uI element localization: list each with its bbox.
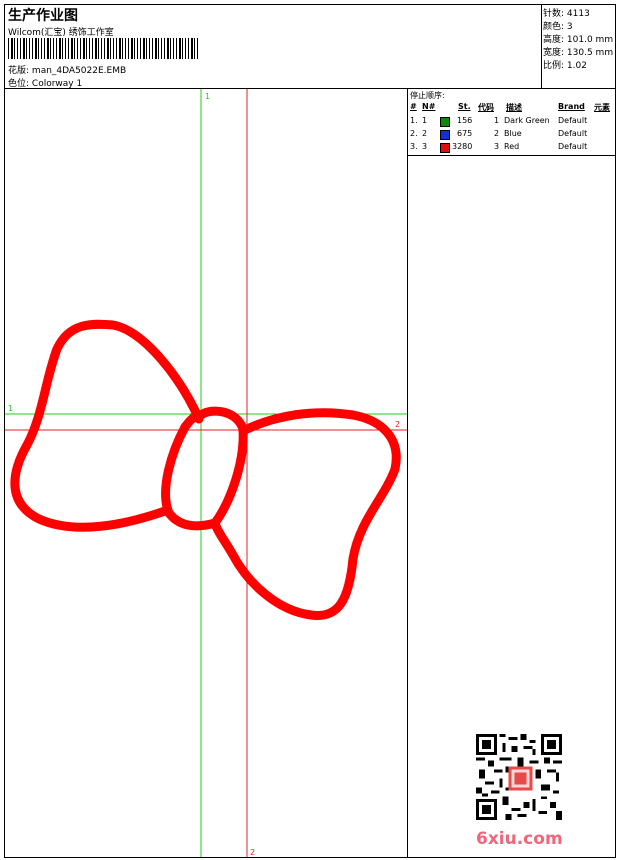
stat-height: 高度: 101.0 mm (543, 35, 614, 45)
col-header-index: # (410, 102, 417, 111)
color-swatch (440, 143, 450, 153)
color-swatch (440, 117, 450, 127)
legend-row: 3. 3 3280 3 Red Default (410, 142, 588, 153)
col-header-code: 代码 (478, 103, 494, 112)
legend-title: 停止顺序: (410, 91, 445, 100)
col-header-description: 描述 (506, 103, 522, 112)
watermark: 6xiu.com (476, 829, 563, 849)
legend-row: 1. 1 156 1 Dark Green Default (410, 116, 588, 127)
col-header-brand: Brand (558, 102, 585, 111)
bow-center-knot (161, 406, 248, 531)
design-file: 花版: man_4DA5022E.EMB (8, 63, 126, 76)
red-guide-label-bottom: 2 (250, 848, 255, 857)
colorway: 色位: Colorway 1 (8, 76, 82, 89)
stat-stitches: 针数: 4113 (543, 9, 590, 19)
barcode (8, 38, 198, 59)
stat-colors: 颜色: 3 (543, 22, 573, 32)
col-header-element: 元素 (594, 103, 610, 112)
green-guide-label-top: 1 (205, 92, 210, 101)
green-guide-label-left: 1 (8, 404, 13, 413)
company-name: Wilcom(汇宝) 绣饰工作室 (8, 28, 114, 38)
design-value: man_4DA5022E.EMB (31, 66, 127, 76)
design-stats: 针数: 4113 颜色: 3 高度: 101.0 mm 宽度: 130.5 mm… (542, 5, 615, 89)
stat-width: 宽度: 130.5 mm (543, 48, 614, 58)
sheet-title: 生产作业图 (8, 8, 78, 24)
qr-code-icon (476, 734, 562, 820)
production-sheet: 生产作业图 Wilcom(汇宝) 绣饰工作室 花版: man_4DA5022E.… (4, 4, 616, 858)
stat-scale: 比例: 1.02 (543, 61, 587, 71)
design-canvas: 1 1 2 2 (5, 89, 408, 857)
colorway-label: 色位: (8, 79, 30, 89)
col-header-needle: N# (422, 102, 436, 111)
design-drawing: 1 1 2 2 (5, 89, 407, 857)
col-header-stitches: St. (458, 102, 471, 111)
design-label: 花版: (8, 66, 30, 76)
colorway-value: Colorway 1 (31, 79, 83, 89)
header-info: 生产作业图 Wilcom(汇宝) 绣饰工作室 花版: man_4DA5022E.… (5, 5, 542, 89)
red-guide-label-right: 2 (395, 420, 400, 429)
bow-left-loop (10, 319, 204, 532)
color-swatch (440, 130, 450, 140)
legend-row: 2. 2 675 2 Blue Default (410, 129, 588, 140)
thread-legend: 停止顺序: # N# St. 代码 描述 Brand 元素 1. 1 156 1… (408, 89, 615, 156)
